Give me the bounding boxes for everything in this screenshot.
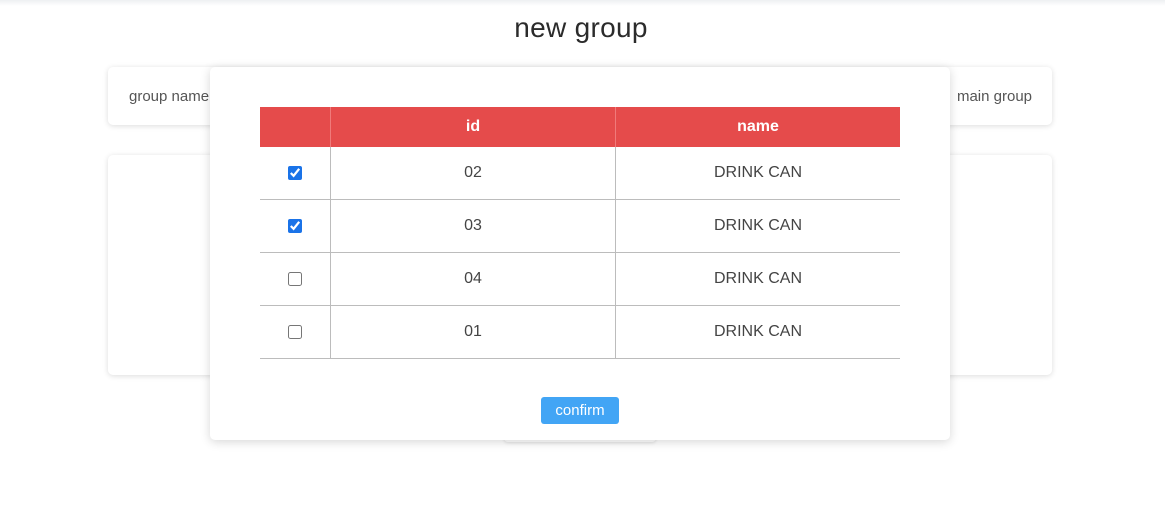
page-title: new group <box>514 12 648 43</box>
page: new group group name main group id name … <box>0 0 1165 521</box>
row-checkbox[interactable] <box>288 165 302 180</box>
row-select-cell <box>260 305 331 359</box>
row-select-cell <box>260 199 331 253</box>
table-header-row: id name <box>260 107 900 147</box>
table-row[interactable]: 04 DRINK CAN <box>260 252 900 306</box>
header-select <box>260 107 331 147</box>
top-shadow-strip <box>0 0 1165 6</box>
row-checkbox[interactable] <box>288 271 302 286</box>
items-table: id name 02 DRINK CAN 03 DRINK CAN 04 DRI… <box>260 107 900 359</box>
row-id: 04 <box>330 252 616 306</box>
table-row[interactable]: 02 DRINK CAN <box>260 147 900 200</box>
row-checkbox[interactable] <box>288 324 302 339</box>
row-select-cell <box>260 147 331 200</box>
group-name-label: group name <box>129 88 210 105</box>
row-name: DRINK CAN <box>615 147 900 200</box>
row-select-cell <box>260 252 331 306</box>
header-id[interactable]: id <box>330 107 616 147</box>
row-checkbox[interactable] <box>288 218 302 233</box>
table-row[interactable]: 03 DRINK CAN <box>260 199 900 253</box>
main-group-label: main group <box>956 88 1032 105</box>
row-name: DRINK CAN <box>615 252 900 306</box>
row-name: DRINK CAN <box>615 199 900 253</box>
row-id: 02 <box>330 147 616 200</box>
row-id: 01 <box>330 305 616 359</box>
select-items-modal: id name 02 DRINK CAN 03 DRINK CAN 04 DRI… <box>210 67 950 440</box>
table-row[interactable]: 01 DRINK CAN <box>260 305 900 359</box>
confirm-button[interactable]: confirm <box>541 397 619 424</box>
row-id: 03 <box>330 199 616 253</box>
row-name: DRINK CAN <box>615 305 900 359</box>
header-name[interactable]: name <box>615 107 900 147</box>
